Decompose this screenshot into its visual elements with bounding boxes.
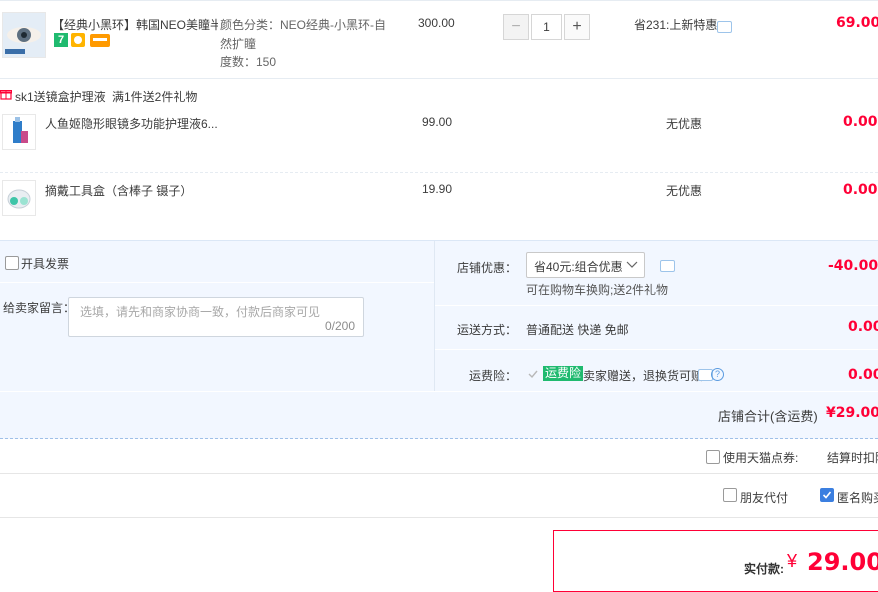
help-icon[interactable]: ? bbox=[711, 368, 724, 381]
gift-bar-note: 满1件送2件礼物 bbox=[112, 90, 198, 104]
product-title[interactable]: 【经典小黑环】韩国NEO美瞳半... bbox=[52, 16, 218, 33]
gift-row: 摘戴工具盒（含棒子 镊子） 19.90 无优惠 0.00 bbox=[0, 172, 878, 240]
care-solution-image bbox=[13, 117, 28, 143]
anonymous-checkbox[interactable] bbox=[820, 488, 834, 502]
authentic-guarantee-icon bbox=[71, 33, 85, 47]
shop-discount-value: 省40元:组合优惠 bbox=[534, 260, 623, 274]
product-thumbnail[interactable] bbox=[2, 12, 46, 58]
sku-color: 颜色分类：NEO经典-小黑环-自 bbox=[220, 18, 386, 32]
invoice-checkbox[interactable] bbox=[5, 256, 19, 270]
shipping-amount: 0.00 bbox=[848, 319, 878, 335]
insurance-label: 运费险： bbox=[469, 369, 518, 383]
chevron-down-icon bbox=[626, 261, 638, 268]
shop-discount-select[interactable]: 省40元:组合优惠 bbox=[526, 252, 645, 278]
gift-bar-label: sk1送镜盒护理液 bbox=[15, 90, 106, 104]
gift-price: 99.00 bbox=[422, 115, 453, 129]
final-payment-box: 实付款: ¥ 29.00 bbox=[553, 530, 878, 592]
quantity-increase-button[interactable]: + bbox=[564, 14, 590, 40]
gift-subtotal: 0.00 bbox=[843, 114, 878, 130]
eye-image bbox=[3, 13, 45, 57]
message-placeholder: 选填，请先和商家协商一致，付款后商家可见 bbox=[80, 305, 321, 319]
seven-day-return-icon: 7 bbox=[54, 33, 68, 47]
coupon-note: 结算时扣除 bbox=[827, 451, 878, 465]
shop-total-amount: ¥29.00 bbox=[826, 405, 878, 421]
gift-thumbnail[interactable] bbox=[2, 180, 36, 216]
sku-color-cont: 然扩瞳 bbox=[220, 37, 257, 51]
quantity-decrease-button[interactable]: − bbox=[503, 14, 529, 40]
insurance-desc: 卖家赠送，退换货可赔 bbox=[583, 369, 704, 383]
gift-icon bbox=[0, 90, 12, 100]
checkmark-icon bbox=[528, 370, 538, 379]
coupon-label[interactable]: 使用天猫点券: bbox=[723, 449, 798, 466]
discount-chat-icon[interactable] bbox=[660, 260, 675, 272]
anonymous-label[interactable]: 匿名购买 bbox=[837, 489, 878, 506]
shipping-label: 运送方式： bbox=[457, 323, 518, 337]
message-label: 给卖家留言： bbox=[3, 301, 76, 315]
shop-total-label: 店铺合计(含运费) bbox=[718, 409, 818, 424]
item-subtotal: 69.00 bbox=[836, 15, 878, 31]
insurance-tag: 运费险 bbox=[543, 366, 584, 381]
message-counter: 0/200 bbox=[324, 319, 355, 333]
gift-subtotal: 0.00 bbox=[843, 182, 878, 198]
shop-discount-note: 可在购物车换购;送2件礼物 bbox=[526, 283, 669, 297]
item-promo: 省231:上新特惠 bbox=[634, 18, 718, 32]
tool-case-image bbox=[7, 189, 31, 209]
final-label: 实付款: bbox=[744, 562, 784, 576]
gift-promo: 无优惠 bbox=[666, 117, 703, 131]
gift-row: 人鱼姬隐形眼镜多功能护理液6... 99.00 无优惠 0.00 bbox=[0, 104, 878, 172]
invoice-label[interactable]: 开具发票 bbox=[21, 255, 69, 272]
gift-title[interactable]: 人鱼姬隐形眼镜多功能护理液6... bbox=[45, 115, 218, 132]
gift-promo: 无优惠 bbox=[666, 184, 703, 198]
quantity-input[interactable]: 1 bbox=[531, 14, 562, 40]
gift-title[interactable]: 摘戴工具盒（含棒子 镊子） bbox=[45, 182, 192, 199]
message-textarea[interactable]: 选填，请先和商家协商一致，付款后商家可见 0/200 bbox=[68, 297, 364, 337]
friend-pay-checkbox[interactable] bbox=[723, 488, 737, 502]
coupon-checkbox[interactable] bbox=[706, 450, 720, 464]
card-payment-icon bbox=[90, 34, 110, 47]
friend-pay-label[interactable]: 朋友代付 bbox=[740, 489, 788, 506]
shop-discount-amount: -40.00 bbox=[828, 258, 878, 274]
gift-bar: sk1送镜盒护理液 满1件送2件礼物 bbox=[0, 86, 300, 104]
final-amount: 29.00 bbox=[807, 548, 878, 576]
unit-price: 300.00 bbox=[418, 16, 455, 30]
gift-thumbnail[interactable] bbox=[2, 114, 36, 150]
shop-discount-label: 店铺优惠： bbox=[457, 261, 518, 275]
final-currency: ¥ bbox=[787, 551, 798, 571]
sku-degree: 度数：150 bbox=[220, 55, 277, 69]
gift-price: 19.90 bbox=[422, 182, 453, 196]
insurance-amount: 0.00 bbox=[848, 367, 878, 383]
check-icon bbox=[822, 491, 832, 499]
promo-chat-icon[interactable] bbox=[717, 21, 732, 33]
product-row: 【经典小黑环】韩国NEO美瞳半... 7 颜色分类：NEO经典-小黑环-自 然扩… bbox=[0, 0, 878, 78]
shipping-value: 普通配送 快递 免邮 bbox=[526, 323, 629, 337]
